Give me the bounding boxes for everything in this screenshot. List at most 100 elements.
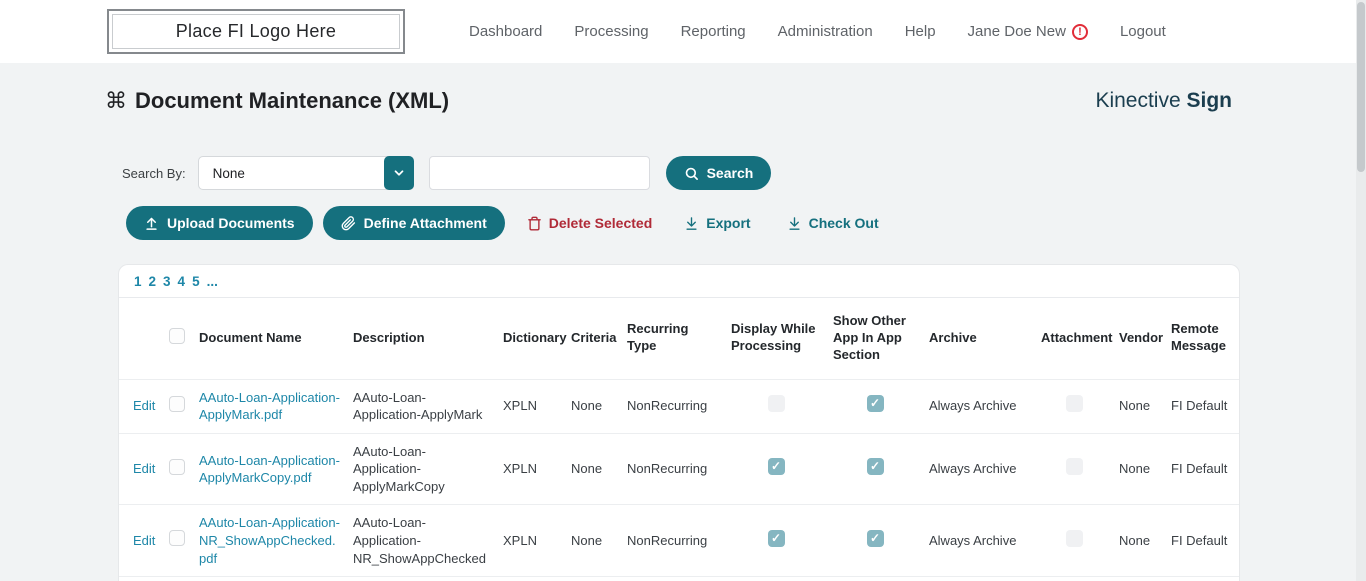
brand-regular: Kinective — [1095, 89, 1181, 112]
user-name: Jane Doe New — [967, 23, 1066, 40]
attachment-checkbox[interactable] — [1065, 458, 1083, 476]
nav-link-processing[interactable]: Processing — [574, 23, 648, 40]
download-icon — [789, 216, 800, 230]
nav-links: Dashboard Processing Reporting Administr… — [469, 23, 1166, 40]
kinective-sign-brand: Kinective Sign — [1095, 89, 1232, 113]
page-1[interactable]: 1 — [134, 274, 142, 289]
attachment-checkbox[interactable] — [1065, 395, 1083, 413]
page-4[interactable]: 4 — [178, 274, 186, 289]
archive-cell: Always Archive — [923, 378, 1035, 434]
table-row: Edit AAuto-Loan-Application-ApplyMark.pd… — [119, 378, 1239, 434]
display-while-processing-checkbox[interactable] — [767, 458, 785, 476]
scrollbar-thumb[interactable] — [1357, 2, 1365, 172]
col-dictionary: Dictionary — [503, 329, 567, 345]
nav-link-dashboard[interactable]: Dashboard — [469, 23, 542, 40]
search-by-select[interactable]: None — [197, 156, 414, 190]
edit-column-header — [119, 298, 163, 379]
description-cell: AAuto-Loan-Application-ApplyMarkCopy — [347, 432, 497, 505]
table-row: Edit AAuto-Loan-Application-NR_ShowAppUn… — [119, 576, 1239, 581]
table-header-row: Document Name Description Dictionary Cri… — [119, 298, 1239, 379]
table-row: Edit AAuto-Loan-Application-ApplyMarkCop… — [119, 432, 1239, 505]
page-3[interactable]: 3 — [163, 274, 171, 289]
nav-link-administration[interactable]: Administration — [778, 23, 873, 40]
define-attachment-label: Define Attachment — [363, 215, 487, 231]
brand-bold: Sign — [1186, 89, 1233, 112]
warning-icon — [1071, 23, 1088, 40]
criteria-cell: None — [565, 576, 621, 581]
upload-documents-button[interactable]: Upload Documents — [126, 206, 313, 240]
description-cell: AAuto-Loan-Application-NR_ShowAppChecked — [347, 504, 497, 577]
attachment-checkbox[interactable] — [1065, 529, 1083, 547]
page-head: ⌘ Document Maintenance (XML) Kinective S… — [0, 63, 1366, 114]
page-ellipsis[interactable]: ... — [207, 274, 218, 289]
nav-link-reporting[interactable]: Reporting — [681, 23, 746, 40]
remote-message-cell: FI Default — [1165, 378, 1239, 434]
edit-link[interactable]: Edit — [133, 461, 155, 476]
document-name-link[interactable]: AAuto-Loan-Application-ApplyMark.pdf — [199, 390, 340, 423]
scrollbar[interactable] — [1356, 0, 1366, 581]
show-other-app-checkbox[interactable] — [866, 529, 884, 547]
row-select-checkbox[interactable] — [169, 530, 185, 547]
define-attachment-button[interactable]: Define Attachment — [322, 206, 505, 240]
nav-link-logout[interactable]: Logout — [1120, 23, 1166, 40]
page-2[interactable]: 2 — [149, 274, 157, 289]
delete-selected-label: Delete Selected — [548, 215, 653, 231]
export-label: Export — [706, 215, 751, 231]
actions-row: Upload Documents Define Attachment Delet… — [126, 206, 1366, 240]
col-archive: Archive — [929, 329, 977, 345]
search-by-selected-value: None — [212, 165, 245, 181]
select-all-checkbox[interactable] — [169, 327, 185, 344]
dictionary-cell: XPLN — [497, 378, 565, 434]
show-other-app-checkbox[interactable] — [866, 395, 884, 413]
upload-icon — [146, 217, 157, 230]
search-button[interactable]: Search — [665, 156, 772, 190]
col-recurring-type: Recurring Type — [627, 321, 689, 354]
vendor-cell: None — [1113, 432, 1165, 505]
recurring-type-cell: NonRecurring — [621, 432, 725, 505]
page-5[interactable]: 5 — [192, 274, 200, 289]
delete-selected-button[interactable]: Delete Selected — [527, 215, 653, 231]
col-show-other-app: Show Other App In App Section — [833, 313, 906, 362]
vendor-cell: None — [1113, 576, 1165, 581]
show-other-app-checkbox[interactable] — [866, 458, 884, 476]
edit-link[interactable]: Edit — [133, 398, 155, 413]
trash-icon — [527, 216, 541, 230]
document-name-link[interactable]: AAuto-Loan-Application-NR_ShowAppChecked… — [199, 515, 340, 565]
remote-message-cell: FI Default — [1165, 432, 1239, 505]
fi-logo-placeholder: Place FI Logo Here — [107, 9, 405, 54]
search-by-label: Search By: — [122, 165, 186, 181]
recurring-type-cell: NonRecurring — [621, 378, 725, 434]
document-name-link[interactable]: AAuto-Loan-Application-ApplyMarkCopy.pdf — [199, 453, 340, 486]
col-remote-message: Remote Message — [1171, 321, 1226, 354]
criteria-cell: None — [565, 432, 621, 505]
nav-link-help[interactable]: Help — [905, 23, 936, 40]
search-row: Search By: None Search — [122, 156, 1366, 190]
col-vendor: Vendor — [1119, 329, 1164, 345]
row-select-checkbox[interactable] — [169, 458, 185, 475]
page-title: ⌘ Document Maintenance (XML) — [105, 88, 449, 114]
top-navbar: Place FI Logo Here Dashboard Processing … — [0, 0, 1366, 63]
archive-cell: Always Archive — [923, 576, 1035, 581]
nav-user-menu[interactable]: Jane Doe New — [968, 23, 1088, 40]
search-button-label: Search — [706, 165, 754, 181]
check-out-button[interactable]: Check Out — [787, 215, 879, 231]
dictionary-cell: XPLN — [497, 576, 565, 581]
edit-link[interactable]: Edit — [133, 533, 155, 548]
fi-logo-text: Place FI Logo Here — [175, 21, 337, 41]
search-input[interactable] — [428, 156, 650, 190]
recurring-type-cell: NonRecurring — [621, 576, 725, 581]
display-while-processing-checkbox[interactable] — [767, 395, 785, 413]
search-icon — [685, 167, 698, 180]
col-document-name: Document Name — [199, 329, 302, 345]
paperclip-icon — [341, 215, 355, 230]
col-description: Description — [353, 329, 425, 345]
documents-card: 1 2 3 4 5 ... Document Name Description … — [118, 264, 1240, 581]
archive-cell: Always Archive — [923, 432, 1035, 505]
col-attachment: Attachment — [1041, 329, 1113, 345]
col-criteria: Criteria — [571, 329, 617, 345]
export-button[interactable]: Export — [684, 215, 751, 231]
chevron-down-icon — [383, 156, 414, 190]
dictionary-cell: XPLN — [497, 432, 565, 505]
row-select-checkbox[interactable] — [169, 395, 185, 412]
display-while-processing-checkbox[interactable] — [767, 529, 785, 547]
